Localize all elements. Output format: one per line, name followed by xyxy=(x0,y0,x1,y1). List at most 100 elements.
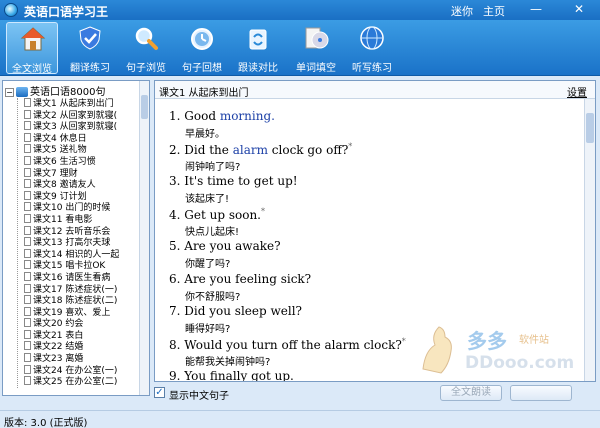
sentence-chinese: 闹钟响了吗? xyxy=(185,161,241,173)
bottom-controls: ✓ 显示中文句子 全文朗读 xyxy=(154,383,596,403)
list-item[interactable]: 课文1 从起床到出门 xyxy=(18,98,141,110)
panel-header: 课文1 从起床到出门 设置 xyxy=(155,81,595,99)
sentence-item[interactable]: 4. Get up soon.* 快点儿起床! xyxy=(169,207,579,240)
sentence-number: 3. xyxy=(169,174,181,188)
document-icon xyxy=(24,190,31,200)
list-item[interactable]: 课文19 喜欢、爱上 xyxy=(18,306,141,319)
list-item[interactable]: 课文11 看电影 xyxy=(18,213,141,226)
homepage-link[interactable]: 主页 xyxy=(483,3,505,19)
list-item[interactable]: 课文2 从回家到就寝( xyxy=(18,109,141,122)
tab-label: 句子浏览 xyxy=(126,63,166,74)
list-item[interactable]: 课文24 在办公室(一) xyxy=(18,364,141,377)
document-icon xyxy=(24,283,31,293)
sentence-text: You finally got up. xyxy=(184,369,294,382)
tab-label: 单词填空 xyxy=(296,63,336,74)
document-icon xyxy=(24,132,31,142)
list-item[interactable]: 课文12 去听音乐会 xyxy=(18,225,141,238)
tree-scrollbar[interactable] xyxy=(139,81,149,395)
read-all-button[interactable]: 全文朗读 xyxy=(440,385,502,401)
secondary-button[interactable] xyxy=(510,385,572,401)
document-icon xyxy=(24,260,31,270)
list-item[interactable]: 课文25 在办公室(二) xyxy=(18,376,141,388)
sentence-number: 4. xyxy=(169,207,181,222)
list-item[interactable]: 课文10 出门的时候 xyxy=(18,202,141,214)
list-item[interactable]: 课文15 唱卡拉OK xyxy=(18,260,141,272)
sentence-chinese: 该起床了! xyxy=(185,194,230,205)
home-icon xyxy=(20,27,46,51)
cd-icon xyxy=(305,27,329,49)
document-icon xyxy=(24,376,31,386)
document-icon xyxy=(24,225,31,235)
show-chinese-label: 显示中文句子 xyxy=(169,391,229,402)
list-item[interactable]: 课文17 陈述症状(一) xyxy=(18,283,141,296)
keyword-link[interactable]: morning. xyxy=(220,109,275,123)
scrollbar-thumb[interactable] xyxy=(586,113,594,143)
list-item[interactable]: 课文22 结婚 xyxy=(18,341,141,353)
tab-sentence-recall[interactable]: 句子回想 xyxy=(176,22,228,74)
list-item[interactable]: 课文13 打高尔夫球 xyxy=(18,237,141,249)
sentence-text: Would you turn off the alarm clock? xyxy=(184,337,402,352)
watermark-site: 软件站 xyxy=(519,335,549,346)
sentence-chinese: 睡得好吗? xyxy=(185,324,231,335)
sentence-english: 3. It's time to get up! xyxy=(169,174,298,188)
sentence-number: 1. xyxy=(169,109,181,123)
sentence-chinese: 快点儿起床! xyxy=(185,226,240,238)
list-item[interactable]: 课文18 陈述症状(二) xyxy=(18,295,141,307)
sentence-text: clock go off? xyxy=(267,142,349,157)
list-item[interactable]: 课文5 送礼物 xyxy=(18,144,141,156)
tab-dictation[interactable]: 听写练习 xyxy=(346,22,398,74)
list-item[interactable]: 课文23 离婚 xyxy=(18,353,141,365)
sentence-chinese: 早晨好。 xyxy=(185,129,225,140)
watermark: 多多 软件站 DDooo.com xyxy=(415,321,591,381)
document-icon xyxy=(24,295,31,305)
list-item[interactable]: 课文7 理财 xyxy=(18,167,141,180)
tab-full-text-browse[interactable]: 全文浏览 xyxy=(6,22,58,75)
tab-translation-practice[interactable]: 翻译练习 xyxy=(64,22,116,74)
star-mark-icon: * xyxy=(348,141,353,151)
sentence-item[interactable]: 2. Did the alarm clock go off?* 闹钟响了吗? xyxy=(169,142,579,175)
sentence-number: 2. xyxy=(169,142,181,157)
list-item[interactable]: 课文9 订计划 xyxy=(18,190,141,203)
document-icon xyxy=(24,213,31,223)
horse-logo-icon xyxy=(422,326,452,374)
sentence-item[interactable]: 3. It's time to get up! 该起床了! xyxy=(169,174,579,207)
tab-sentence-browse[interactable]: 句子浏览 xyxy=(120,22,172,74)
tab-repeat-compare[interactable]: 跟读对比 xyxy=(232,22,284,74)
sentence-chinese: 你醒了吗? xyxy=(185,259,231,270)
scrollbar-thumb[interactable] xyxy=(141,95,148,119)
sentence-item[interactable]: 5. Are you awake? 你醒了吗? xyxy=(169,239,579,272)
settings-link[interactable]: 设置 xyxy=(567,84,587,99)
list-item[interactable]: 课文4 休息日 xyxy=(18,132,141,145)
minimize-icon[interactable]: — xyxy=(530,3,542,15)
watermark-brand: 多多 xyxy=(467,329,507,353)
list-item[interactable]: 课文21 表白 xyxy=(18,329,141,342)
lesson-tree: − 英语口语8000句 课文1 从起床到出门 课文2 从回家到就寝( 课文3 从回… xyxy=(2,80,150,396)
list-item[interactable]: 课文16 请医生看病 xyxy=(18,271,141,284)
document-icon xyxy=(24,248,31,258)
document-icon xyxy=(24,341,31,351)
tree-root-label: 英语口语8000句 xyxy=(30,87,106,98)
sentence-item[interactable]: 1. Good morning. 早晨好。 xyxy=(169,109,579,142)
list-item[interactable]: 课文8 邀请友人 xyxy=(18,179,141,191)
tree-root[interactable]: − 英语口语8000句 xyxy=(5,83,106,98)
list-item[interactable]: 课文3 从回家到就寝( xyxy=(18,121,141,133)
close-icon[interactable]: ✕ xyxy=(574,3,584,15)
keyword-link[interactable]: alarm xyxy=(233,143,268,157)
status-bar: 版本: 3.0 (正式版) xyxy=(0,410,600,428)
show-chinese-checkbox[interactable]: ✓ xyxy=(154,387,165,398)
mini-mode-link[interactable]: 迷你 xyxy=(451,3,473,19)
sentence-text: Did the xyxy=(184,142,233,157)
tab-label: 句子回想 xyxy=(182,63,222,74)
collapse-icon[interactable]: − xyxy=(5,87,14,97)
list-item[interactable]: 课文6 生活习惯 xyxy=(18,155,141,168)
list-item[interactable]: 课文14 相识的人一起 xyxy=(18,248,141,261)
content-scrollbar[interactable] xyxy=(584,99,595,381)
list-item[interactable]: 课文20 约会 xyxy=(18,318,141,330)
sentence-item[interactable]: 6. Are you feeling sick? 你不舒服吗? xyxy=(169,272,579,305)
title-bar: 英语口语学习王 迷你 主页 — ✕ xyxy=(0,0,600,20)
document-icon xyxy=(24,306,31,316)
tab-word-fill[interactable]: 单词填空 xyxy=(290,22,342,74)
document-icon xyxy=(24,144,31,154)
sentence-english: 6. Are you feeling sick? xyxy=(169,272,311,286)
sentence-text: It's time to get up! xyxy=(184,174,298,188)
